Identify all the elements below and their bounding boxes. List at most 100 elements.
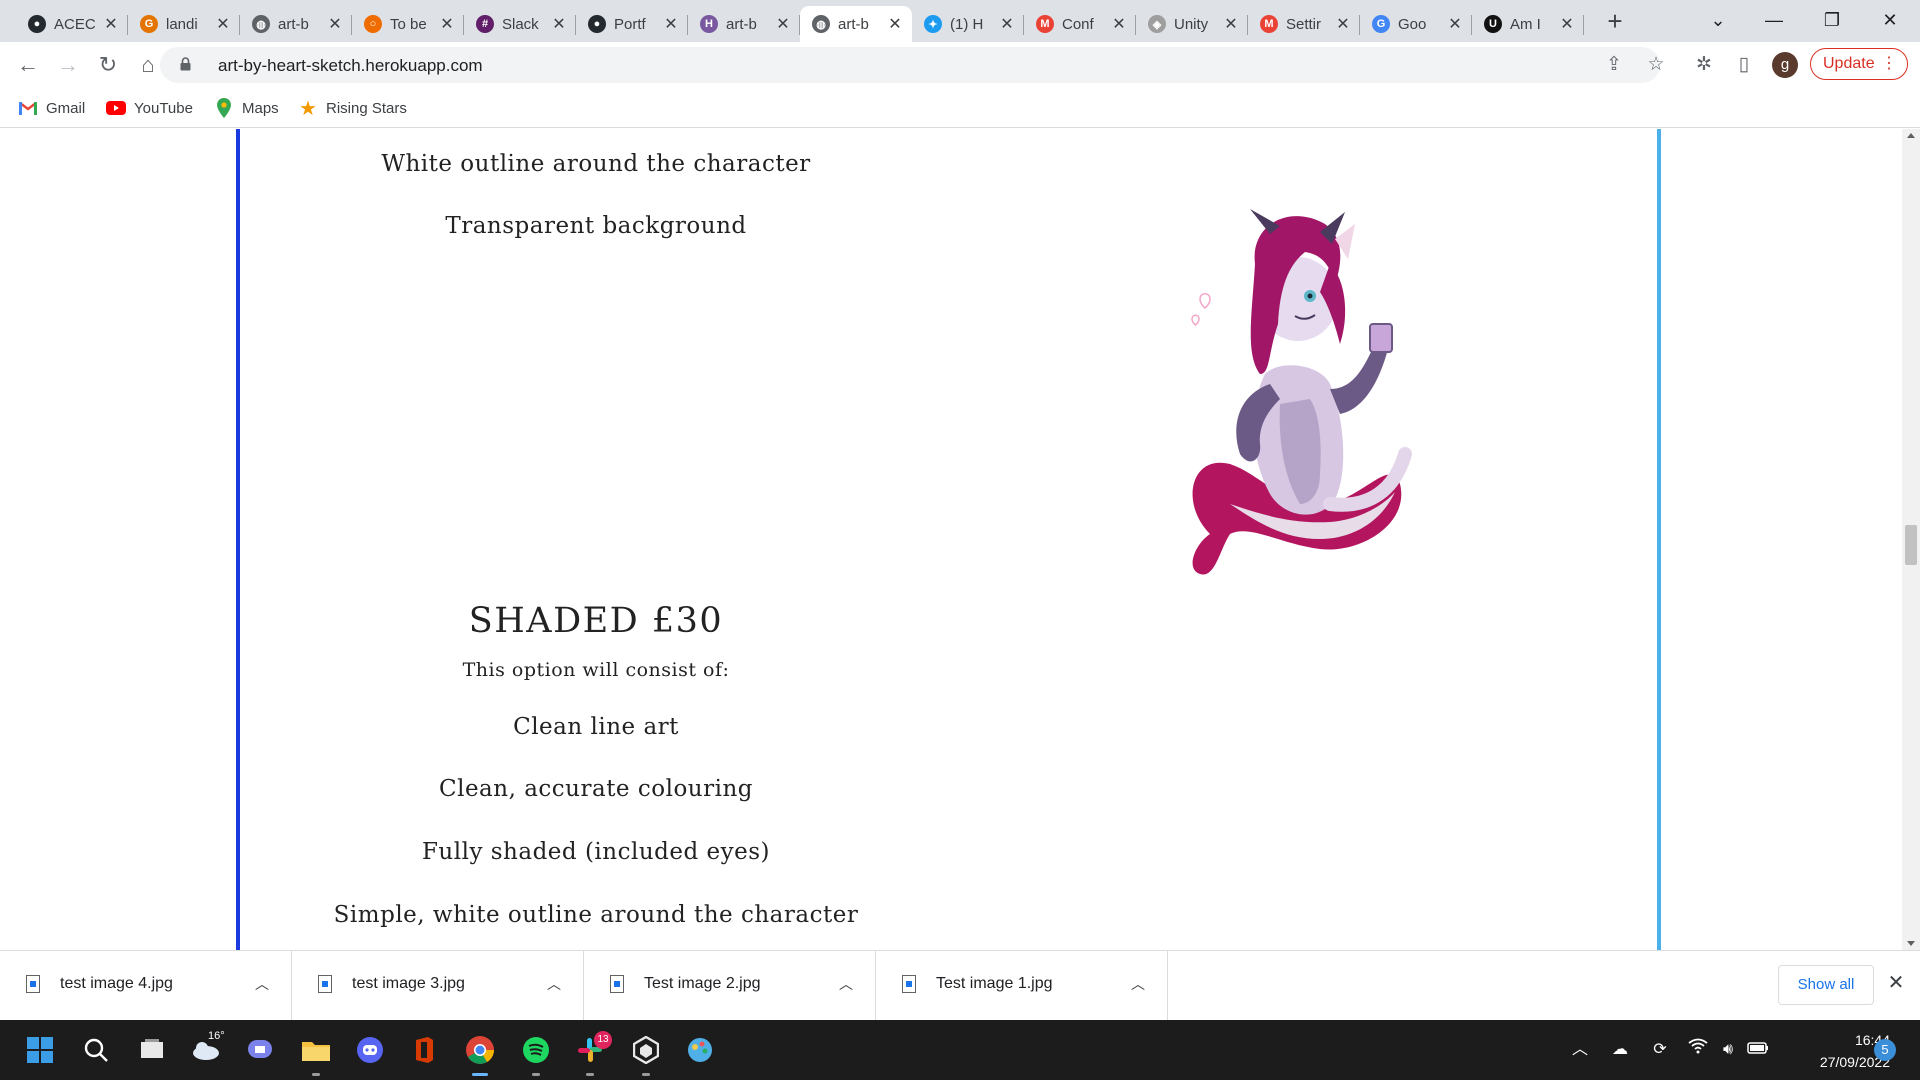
file-explorer-icon[interactable] (298, 1032, 334, 1076)
chevron-up-icon[interactable]: ︿ (839, 974, 853, 994)
close-tab-icon[interactable]: ✕ (1110, 14, 1128, 34)
browser-tab[interactable]: ◈ Unity ✕ (1136, 6, 1248, 42)
scrollbar-thumb[interactable] (1905, 525, 1917, 565)
task-view-icon[interactable] (134, 1032, 170, 1068)
feature-line: Clean, accurate colouring (438, 776, 753, 802)
close-tab-icon[interactable]: ✕ (1446, 14, 1464, 34)
close-tab-icon[interactable]: ✕ (214, 14, 232, 34)
browser-tab[interactable]: ◍ art-b ✕ (240, 6, 352, 42)
close-tab-icon[interactable]: ✕ (550, 14, 568, 34)
url-text[interactable]: art-by-heart-sketch.herokuapp.com (218, 56, 483, 76)
browser-tab[interactable]: ● Portf ✕ (576, 6, 688, 42)
forward-button[interactable]: → (52, 49, 84, 81)
minimize-button[interactable]: — (1746, 0, 1802, 40)
close-tab-icon[interactable]: ✕ (1334, 14, 1352, 34)
clock-date[interactable]: 27/09/2022 (1784, 1054, 1890, 1070)
download-item[interactable]: test image 4.jpg ︿ (0, 951, 292, 1021)
office-icon[interactable] (406, 1032, 442, 1068)
close-tab-icon[interactable]: ✕ (662, 14, 680, 34)
browser-tab[interactable]: # Slack ✕ (464, 6, 576, 42)
show-all-downloads-button[interactable]: Show all (1778, 965, 1874, 1005)
tab-title: Am I (1510, 15, 1541, 33)
grammarly-icon: G (140, 15, 158, 33)
start-button[interactable] (22, 1032, 58, 1068)
browser-tab[interactable]: U Am I ✕ (1472, 6, 1584, 42)
scroll-up-arrow-icon[interactable] (1907, 133, 1915, 138)
tab-search-chevron-icon[interactable]: ⌄ (1690, 0, 1746, 40)
bookmark-star-icon[interactable]: ☆ (1644, 53, 1668, 77)
profile-avatar[interactable]: g (1772, 52, 1798, 78)
scroll-down-arrow-icon[interactable] (1907, 941, 1915, 946)
browser-tab[interactable]: ○ To be ✕ (352, 6, 464, 42)
bookmark-rising-stars[interactable]: ★ Rising Stars (298, 96, 407, 120)
update-label: Update (1823, 55, 1875, 72)
bookmark-maps[interactable]: Maps (214, 96, 279, 120)
todo-ring-icon: ○ (364, 15, 382, 33)
share-icon[interactable]: ⇪ (1602, 53, 1626, 77)
feature-line: Transparent background (445, 213, 747, 239)
restore-button[interactable]: ❐ (1804, 0, 1860, 40)
left-border-bar (236, 129, 240, 950)
unity-hub-icon[interactable] (628, 1032, 664, 1076)
tab-title: Slack (502, 15, 539, 33)
bookmark-youtube[interactable]: YouTube (106, 96, 193, 120)
browser-tab[interactable]: ✦ (1) H ✕ (912, 6, 1024, 42)
lock-icon[interactable] (180, 57, 191, 71)
browser-tab[interactable]: M Settir ✕ (1248, 6, 1360, 42)
wifi-icon[interactable] (1686, 1038, 1710, 1062)
notification-center-badge[interactable]: 5 (1874, 1039, 1896, 1061)
more-menu-icon[interactable]: ⋮ (1881, 49, 1897, 79)
teams-chat-icon[interactable] (242, 1032, 278, 1068)
address-bar[interactable]: art-by-heart-sketch.herokuapp.com ⇪ ☆ (160, 47, 1665, 83)
download-item[interactable]: Test image 2.jpg ︿ (584, 951, 876, 1021)
close-tab-icon[interactable]: ✕ (1558, 14, 1576, 34)
discord-icon[interactable] (352, 1032, 388, 1068)
update-button[interactable]: Update ⋮ (1810, 48, 1908, 80)
browser-tab[interactable]: Hart-b ✕ (688, 6, 800, 42)
running-indicator (586, 1073, 594, 1076)
image-file-icon (318, 975, 332, 993)
sync-icon[interactable]: ⟳ (1648, 1038, 1672, 1062)
browser-tab[interactable]: ● ACEC ✕ (16, 6, 128, 42)
close-window-button[interactable]: ✕ (1862, 0, 1918, 40)
bookmark-label: Maps (242, 99, 279, 117)
onedrive-error-icon[interactable]: ☁ (1608, 1038, 1632, 1062)
download-item[interactable]: Test image 1.jpg ︿ (876, 951, 1168, 1021)
chevron-up-icon[interactable]: ︿ (1131, 974, 1145, 994)
show-hidden-icons-chevron-icon[interactable]: ︿ (1568, 1038, 1592, 1062)
close-tab-icon[interactable]: ✕ (886, 14, 904, 34)
github-icon: ● (28, 15, 46, 33)
chevron-up-icon[interactable]: ︿ (547, 974, 561, 994)
weather-temperature: 16° (208, 1030, 225, 1042)
browser-tab[interactable]: M Conf ✕ (1024, 6, 1136, 42)
bookmark-gmail[interactable]: Gmail (18, 96, 85, 120)
paint-icon[interactable] (682, 1032, 718, 1068)
close-tab-icon[interactable]: ✕ (998, 14, 1016, 34)
reload-button[interactable]: ↻ (92, 49, 124, 81)
close-tab-icon[interactable]: ✕ (438, 14, 456, 34)
tab-title: To be (390, 15, 427, 33)
close-tab-icon[interactable]: ✕ (1222, 14, 1240, 34)
close-tab-icon[interactable]: ✕ (326, 14, 344, 34)
browser-tab[interactable]: G Goo ✕ (1360, 6, 1472, 42)
browser-tab[interactable]: ◍ art-b ✕ (800, 6, 912, 42)
search-icon[interactable] (78, 1032, 114, 1068)
spotify-icon[interactable] (518, 1032, 554, 1076)
close-downloads-icon[interactable]: ✕ (1884, 971, 1908, 995)
slack-icon: # (476, 15, 494, 33)
chrome-icon[interactable] (462, 1032, 498, 1076)
browser-tab[interactable]: Glandi ✕ (128, 6, 240, 42)
download-item[interactable]: test image 3.jpg ︿ (292, 951, 584, 1021)
close-tab-icon[interactable]: ✕ (102, 14, 120, 34)
chevron-up-icon[interactable]: ︿ (255, 974, 269, 994)
close-tab-icon[interactable]: ✕ (774, 14, 792, 34)
extensions-puzzle-icon[interactable]: ✲ (1690, 51, 1718, 79)
back-button[interactable]: ← (12, 49, 44, 81)
battery-icon[interactable] (1746, 1038, 1770, 1062)
tab-title: Unity (1174, 15, 1209, 33)
side-panel-icon[interactable]: ▯ (1730, 51, 1758, 79)
page-scrollbar[interactable] (1902, 129, 1920, 950)
new-tab-button[interactable]: + (1598, 6, 1632, 36)
volume-icon[interactable]: 🔊︎ (1716, 1038, 1740, 1062)
image-file-icon (902, 975, 916, 993)
